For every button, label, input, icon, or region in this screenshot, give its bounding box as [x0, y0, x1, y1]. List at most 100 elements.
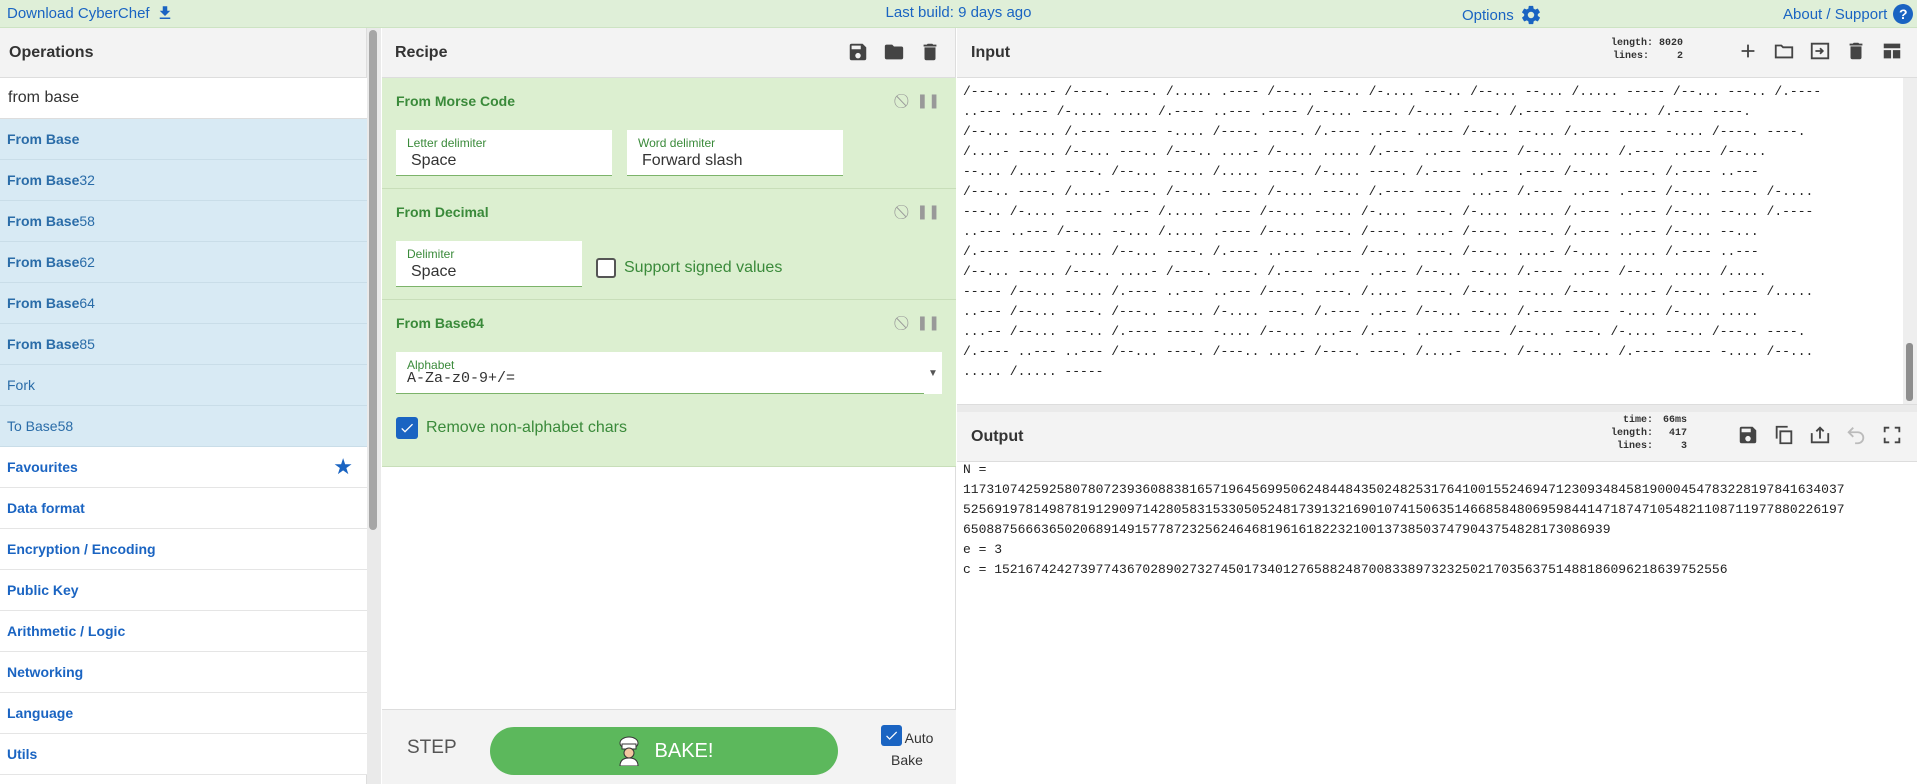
- input-header: Input length: 8020 lines: 2: [957, 28, 1917, 78]
- gear-icon: [1521, 5, 1540, 25]
- replace-input-with-output-icon[interactable]: [1809, 424, 1831, 446]
- search-result-to-base58[interactable]: To Base58: [0, 406, 367, 447]
- field-value: Forward slash: [642, 152, 743, 169]
- category-language[interactable]: Language: [0, 693, 367, 734]
- input-textarea[interactable]: /---.. ....- /----. ----. /..... .---- /…: [963, 82, 1901, 382]
- recipe-op-from-decimal[interactable]: From Decimal ⃠❚❚ Delimiter Space Support…: [382, 189, 956, 300]
- load-recipe-folder-icon[interactable]: [883, 41, 905, 63]
- last-build-text: Last build: 9 days ago: [885, 4, 1032, 21]
- category-label: Public Key: [7, 582, 79, 598]
- op-name: From Base64: [396, 315, 484, 331]
- chevron-down-icon[interactable]: ▼: [924, 352, 942, 394]
- category-arithmetic-logic[interactable]: Arithmetic / Logic: [0, 611, 367, 652]
- search-result-fork[interactable]: Fork: [0, 365, 367, 406]
- clear-input-trash-icon[interactable]: [1845, 40, 1867, 62]
- search-result-from-base58[interactable]: From Base 58: [0, 201, 367, 242]
- result-rest-text: 58: [79, 213, 95, 229]
- pause-op-icon[interactable]: ❚❚: [917, 203, 940, 220]
- recipe-op-from-base64[interactable]: From Base64 ⃠❚❚ Alphabet A-Za-z0-9+/= ▼ …: [382, 300, 956, 467]
- alphabet-field[interactable]: Alphabet A-Za-z0-9+/=: [396, 352, 924, 394]
- open-file-input-icon[interactable]: [1809, 40, 1831, 62]
- stat-label: length:: [1611, 38, 1654, 49]
- checkmark-icon: [401, 423, 413, 433]
- result-match-text: From Base: [7, 213, 80, 229]
- pause-op-icon[interactable]: ❚❚: [917, 314, 940, 331]
- result-rest-text: To Base58: [7, 418, 74, 434]
- op-name: From Decimal: [396, 204, 489, 220]
- scrollbar-thumb[interactable]: [1906, 343, 1913, 401]
- category-label: Encryption / Encoding: [7, 541, 156, 557]
- search-result-from-base32[interactable]: From Base 32: [0, 160, 367, 201]
- category-utils[interactable]: Utils: [0, 734, 367, 775]
- download-icon: [159, 6, 170, 19]
- stat-label: lines:: [1613, 51, 1650, 62]
- auto-bake-toggle[interactable]: Auto Bake: [867, 725, 947, 768]
- category-label: Arithmetic / Logic: [7, 623, 126, 639]
- delimiter-field[interactable]: Delimiter Space: [396, 241, 582, 287]
- copy-output-icon[interactable]: [1773, 424, 1795, 446]
- recipe-pane: Recipe From Morse Code ⃠❚❚ Letter delimi…: [382, 28, 956, 784]
- category-label: Language: [7, 705, 74, 721]
- category-data-format[interactable]: Data format: [0, 488, 367, 529]
- operations-search-input[interactable]: [0, 78, 367, 119]
- undo-icon[interactable]: [1845, 424, 1867, 446]
- result-match-text: From Base: [7, 336, 80, 352]
- recipe-header: Recipe: [382, 28, 955, 78]
- operations-scrollbar[interactable]: [367, 28, 381, 784]
- checkbox-unchecked[interactable]: [596, 258, 616, 278]
- category-label: Utils: [7, 746, 38, 762]
- io-resize-handle[interactable]: [957, 404, 1917, 412]
- stat-label: length:: [1611, 428, 1654, 439]
- bake-button[interactable]: BAKE!: [490, 727, 838, 775]
- category-networking[interactable]: Networking: [0, 652, 367, 693]
- input-length-value: 8020: [1659, 38, 1684, 49]
- search-result-from-base62[interactable]: From Base 62: [0, 242, 367, 283]
- category-label: Favourites: [7, 459, 78, 475]
- search-result-from-base[interactable]: From Base: [0, 119, 367, 160]
- letter-delimiter-field[interactable]: Letter delimiter Space: [396, 130, 612, 176]
- reset-layout-icon[interactable]: [1881, 40, 1903, 62]
- add-input-tab-icon[interactable]: [1737, 40, 1759, 62]
- category-favourites[interactable]: Favourites ★: [0, 447, 367, 488]
- field-label: Delimiter: [407, 247, 455, 261]
- search-result-from-base64[interactable]: From Base 64: [0, 283, 367, 324]
- checkbox-checked[interactable]: [880, 725, 902, 746]
- word-delimiter-field[interactable]: Word delimiter Forward slash: [627, 130, 843, 176]
- output-text[interactable]: N = 117310742592580780723936088381657196…: [963, 460, 1911, 580]
- result-match-text: From Base: [7, 295, 80, 311]
- output-length-value: 417: [1669, 428, 1688, 439]
- checkmark-icon: [885, 731, 897, 740]
- checkbox-checked[interactable]: [396, 417, 418, 439]
- category-label: Networking: [7, 664, 84, 680]
- save-recipe-icon[interactable]: [847, 41, 869, 63]
- chef-icon: [619, 736, 639, 766]
- pause-op-icon[interactable]: ❚❚: [917, 92, 940, 109]
- step-button[interactable]: STEP: [407, 737, 457, 759]
- star-icon: ★: [333, 454, 353, 479]
- output-title: Output: [971, 427, 1024, 445]
- support-signed-values-checkbox[interactable]: Support signed values: [596, 258, 782, 278]
- result-rest-text: 85: [79, 336, 95, 352]
- options-link[interactable]: Options: [1462, 4, 1542, 26]
- clear-recipe-trash-icon[interactable]: [919, 41, 941, 63]
- result-rest-text: 64: [79, 295, 95, 311]
- top-banner: Download CyberChef Last build: 9 days ag…: [0, 0, 1917, 28]
- maximise-output-icon[interactable]: [1881, 424, 1903, 446]
- bake-bar: STEP BAKE! Auto Bake: [382, 709, 956, 784]
- remove-non-alphabet-checkbox[interactable]: Remove non-alphabet chars: [396, 417, 627, 439]
- output-stats: time: 66ms length: 417 lines: 3: [1611, 414, 1687, 453]
- input-scrollbar[interactable]: [1903, 78, 1917, 404]
- category-public-key[interactable]: Public Key: [0, 570, 367, 611]
- category-encryption-encoding[interactable]: Encryption / Encoding: [0, 529, 367, 570]
- checkbox-label: Remove non-alphabet chars: [426, 419, 628, 436]
- recipe-op-from-morse-code[interactable]: From Morse Code ⃠❚❚ Letter delimiter Spa…: [382, 78, 956, 189]
- category-label: Data format: [7, 500, 85, 516]
- bake-label: BAKE!: [654, 739, 714, 762]
- input-lines-value: 2: [1677, 51, 1684, 62]
- download-cyberchef-link[interactable]: Download CyberChef: [7, 4, 174, 22]
- search-result-from-base85[interactable]: From Base 85: [0, 324, 367, 365]
- about-support-link[interactable]: About / Support ?: [1783, 4, 1914, 24]
- save-output-icon[interactable]: [1737, 424, 1759, 446]
- open-folder-icon[interactable]: [1773, 40, 1795, 62]
- scrollbar-thumb[interactable]: [369, 30, 377, 530]
